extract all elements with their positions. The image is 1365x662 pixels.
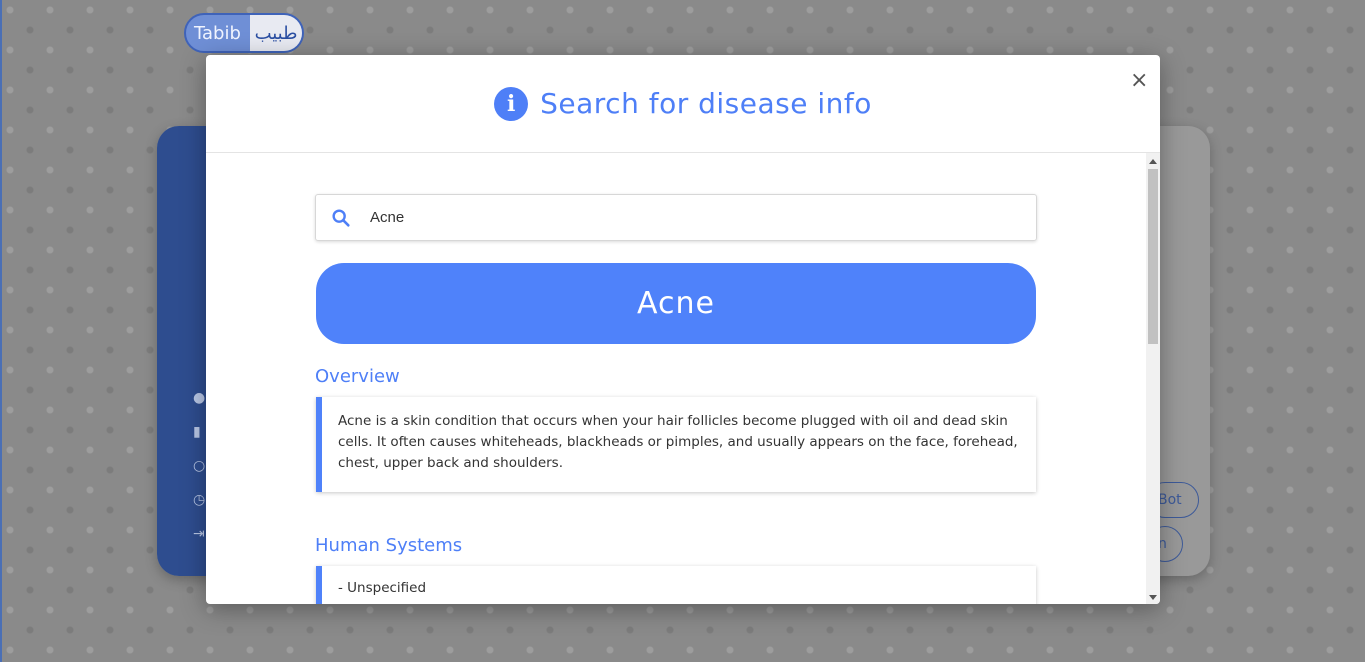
- disease-search-field[interactable]: [315, 194, 1037, 241]
- modal-body[interactable]: Acne Overview Acne is a skin condition t…: [206, 153, 1146, 604]
- logo-text-ar: طبيب: [250, 15, 302, 51]
- disease-name-banner: Acne: [316, 263, 1036, 344]
- scroll-up-arrow-icon[interactable]: [1149, 159, 1157, 164]
- close-icon: ×: [1130, 68, 1149, 93]
- background-bot-button-label: Bot: [1158, 492, 1182, 508]
- info-icon: i: [494, 86, 529, 121]
- modal-scrollbar[interactable]: [1146, 153, 1160, 604]
- scroll-down-arrow-icon[interactable]: [1149, 595, 1157, 600]
- human-systems-title: Human Systems: [315, 535, 463, 556]
- disease-info-modal: i Search for disease info × Acne Overvie…: [206, 55, 1160, 604]
- disease-search-input[interactable]: [368, 196, 1036, 239]
- human-systems-content: - Unspecified: [316, 566, 1036, 604]
- disease-name: Acne: [637, 286, 715, 321]
- modal-title: Search for disease info: [540, 87, 872, 120]
- human-systems-text: - Unspecified: [338, 580, 427, 596]
- overview-title: Overview: [315, 366, 400, 387]
- overview-text: Acne is a skin condition that occurs whe…: [338, 413, 1018, 471]
- search-icon: [330, 207, 352, 229]
- app-logo[interactable]: Tabib طبيب: [184, 13, 304, 53]
- modal-header: i Search for disease info ×: [206, 55, 1160, 153]
- close-button[interactable]: ×: [1130, 68, 1149, 93]
- scrollbar-thumb[interactable]: [1148, 169, 1158, 344]
- logo-text-en: Tabib: [194, 22, 241, 44]
- window-edge: [0, 0, 2, 662]
- overview-content: Acne is a skin condition that occurs whe…: [316, 397, 1036, 492]
